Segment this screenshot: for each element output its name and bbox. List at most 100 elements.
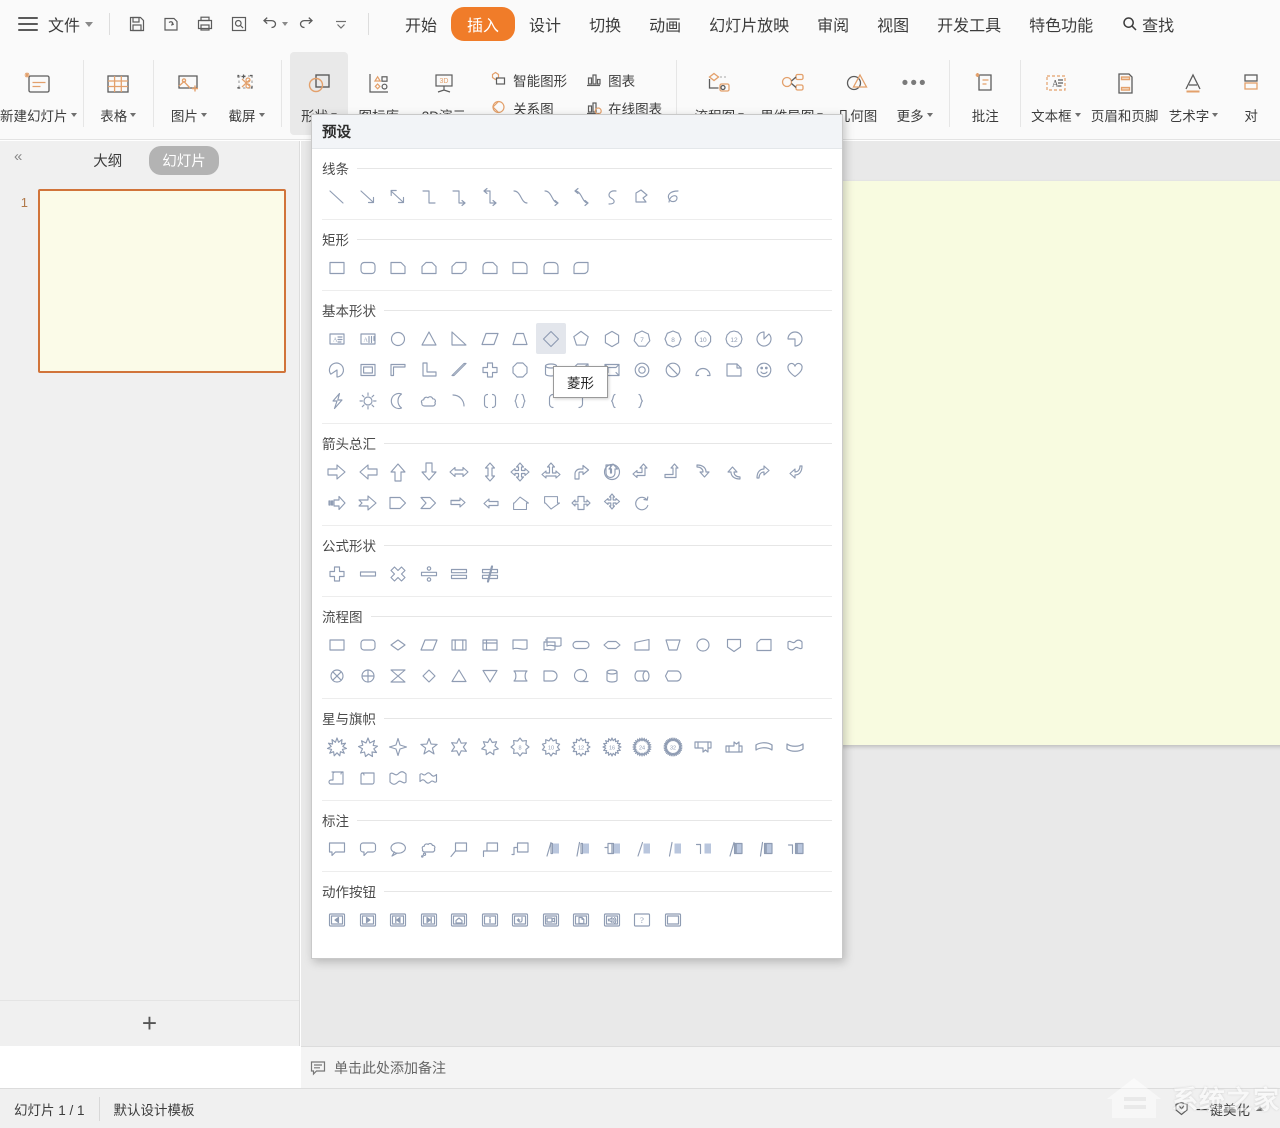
shape-octagon[interactable]: 8 — [658, 323, 689, 354]
shape-l-shape[interactable] — [414, 354, 445, 385]
shape-right-arrow[interactable] — [322, 456, 353, 487]
shape-line-callout-3[interactable] — [505, 833, 536, 864]
shape-folded-corner[interactable] — [719, 354, 750, 385]
shape-curved-double-arrow-connector[interactable] — [566, 181, 597, 212]
new-slide-button[interactable]: 新建幻灯片 — [0, 48, 77, 139]
shape-hexagon[interactable] — [597, 323, 628, 354]
shape-left-up-arrow[interactable] — [627, 456, 658, 487]
shape-flowchart-punched-tape[interactable] — [780, 629, 811, 660]
shape-horizontal-scroll[interactable] — [353, 762, 384, 793]
shape-snip-and-round-single-corner-rectangle[interactable] — [475, 252, 506, 283]
shape-action-button-blank[interactable] — [658, 904, 689, 935]
print-icon[interactable] — [190, 9, 220, 39]
shape-pentagon[interactable] — [566, 323, 597, 354]
shape-action-button-movie[interactable] — [536, 904, 567, 935]
shape-sun[interactable] — [353, 385, 384, 416]
shape-round-single-corner-rectangle[interactable] — [505, 252, 536, 283]
customize-caret-icon[interactable] — [326, 9, 356, 39]
shape-action-button-forward[interactable] — [353, 904, 384, 935]
shape-flowchart-internal-storage[interactable] — [475, 629, 506, 660]
shape-flowchart-process[interactable] — [322, 629, 353, 660]
shape-down-arrow-callout[interactable] — [536, 487, 567, 518]
shape-flowchart-multidocument[interactable] — [536, 629, 567, 660]
shape-u-turn-arrow[interactable] — [597, 456, 628, 487]
shape-line-callout-1-border-accent[interactable] — [719, 833, 750, 864]
shape-oval[interactable] — [383, 323, 414, 354]
shape-flowchart-direct-access-storage[interactable] — [627, 660, 658, 691]
shape-notched-right-arrow[interactable] — [353, 487, 384, 518]
tab-start[interactable]: 开始 — [391, 7, 451, 41]
shape-teardrop[interactable] — [780, 323, 811, 354]
shape-wave[interactable] — [383, 762, 414, 793]
shape-down-ribbon[interactable] — [719, 731, 750, 762]
shape-snip-same-side-corner-rectangle[interactable] — [414, 252, 445, 283]
shape-explosion-1[interactable] — [322, 731, 353, 762]
shape-curved-connector[interactable] — [505, 181, 536, 212]
shape-moon[interactable] — [383, 385, 414, 416]
shape-arc-open[interactable] — [444, 385, 475, 416]
tab-review[interactable]: 审阅 — [803, 7, 863, 41]
file-menu-button[interactable]: 文件 — [44, 10, 97, 38]
shape-bent-arrow[interactable] — [566, 456, 597, 487]
shape-left-right-arrow[interactable] — [444, 456, 475, 487]
shape-rounded-rectangular-callout[interactable] — [353, 833, 384, 864]
sidebar-tab-slides[interactable]: 幻灯片 — [149, 145, 219, 175]
shape-action-button-back[interactable] — [322, 904, 353, 935]
shape-right-brace[interactable] — [627, 385, 658, 416]
shape-plus[interactable] — [322, 558, 353, 589]
shape-down-arrow[interactable] — [414, 456, 445, 487]
shape-l-shape-corner[interactable] — [383, 354, 414, 385]
align-button[interactable]: 对 — [1222, 48, 1280, 139]
shape-line-callout-3-border-accent[interactable] — [780, 833, 811, 864]
shape-flowchart-collate[interactable] — [383, 660, 414, 691]
shape-parallelogram[interactable] — [475, 323, 506, 354]
shape-flowchart-or[interactable] — [353, 660, 384, 691]
shape-flowchart-extract[interactable] — [444, 660, 475, 691]
find-button[interactable]: 查找 — [1121, 12, 1174, 36]
shape-explosion-2[interactable] — [353, 731, 384, 762]
shape-curved-up-ribbon[interactable] — [749, 731, 780, 762]
shape-text-box[interactable]: A — [322, 323, 353, 354]
shape-rectangle[interactable] — [322, 252, 353, 283]
add-slide-button[interactable]: + — [0, 1000, 299, 1046]
status-template[interactable]: 默认设计模板 — [98, 1096, 209, 1121]
sidebar-tab-outline[interactable]: 大纲 — [80, 146, 135, 175]
shape-snip-diagonal-corner-rectangle[interactable] — [444, 252, 475, 283]
shape-flowchart-document[interactable] — [505, 629, 536, 660]
more-button[interactable]: ••• 更多 — [886, 48, 944, 139]
shape-line-callout-1[interactable] — [444, 833, 475, 864]
shape-heptagon[interactable]: 7 — [627, 323, 658, 354]
shape-rounded-rectangle[interactable] — [353, 252, 384, 283]
screenshot-button[interactable]: 截屏 — [218, 48, 276, 139]
shape-curved-down-ribbon[interactable] — [780, 731, 811, 762]
shape-vertical-text-box[interactable]: A — [353, 323, 384, 354]
tab-animation[interactable]: 动画 — [635, 7, 695, 41]
shape-action-button-help[interactable]: ? — [627, 904, 658, 935]
cloud-sync-icon[interactable] — [156, 9, 186, 39]
shape-action-button-sound[interactable] — [597, 904, 628, 935]
shape-cloud[interactable] — [414, 385, 445, 416]
shape-lightning-bolt[interactable] — [322, 385, 353, 416]
shape-quad-arrow-callout[interactable] — [597, 487, 628, 518]
shape-left-arrow-callout[interactable] — [475, 487, 506, 518]
shape-not-equal[interactable] — [475, 558, 506, 589]
shape-flowchart-terminator[interactable] — [566, 629, 597, 660]
shape-vertical-scroll[interactable] — [322, 762, 353, 793]
shape-line-callout-2-accent-bar[interactable] — [566, 833, 597, 864]
shape-oval-callout[interactable] — [383, 833, 414, 864]
shape-arc[interactable] — [688, 354, 719, 385]
shape-pentagon-arrow[interactable] — [383, 487, 414, 518]
shape-elbow-arrow-connector[interactable] — [444, 181, 475, 212]
shape-flowchart-stored-data[interactable] — [505, 660, 536, 691]
shape-star-32-point[interactable]: 32 — [658, 731, 689, 762]
shape-decagon[interactable]: 10 — [688, 323, 719, 354]
tab-slideshow[interactable]: 幻灯片放映 — [695, 7, 803, 41]
shape-right-arrow-callout[interactable] — [444, 487, 475, 518]
tab-developer[interactable]: 开发工具 — [923, 7, 1015, 41]
shape-star-8-point[interactable]: 8 — [505, 731, 536, 762]
shape-flowchart-alternate-process[interactable] — [353, 629, 384, 660]
shape-curved-arrow-connector[interactable] — [536, 181, 567, 212]
shape-action-button-document[interactable] — [566, 904, 597, 935]
shape-right-triangle[interactable] — [444, 323, 475, 354]
tab-transition[interactable]: 切换 — [575, 7, 635, 41]
